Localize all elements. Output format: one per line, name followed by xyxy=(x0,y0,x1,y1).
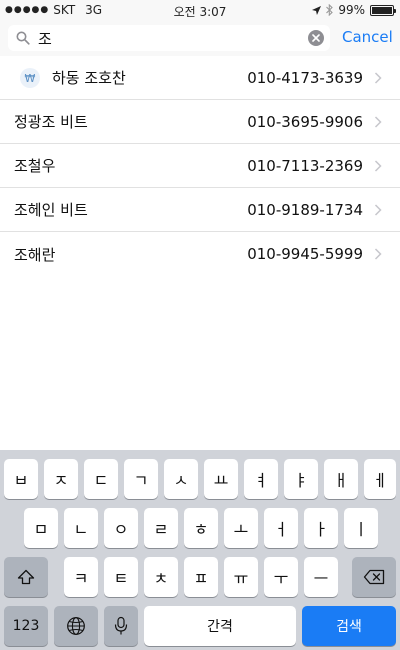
key[interactable]: ㅁ xyxy=(24,508,58,548)
key[interactable]: ㅜ xyxy=(264,557,298,597)
chevron-right-icon xyxy=(374,204,382,216)
status-right: 99% xyxy=(312,3,396,17)
key[interactable]: ㅐ xyxy=(324,459,358,499)
contact-phone: 010-9945-5999 xyxy=(247,245,363,263)
contact-name: 조헤인 비트 xyxy=(14,201,88,219)
won-symbol: ₩ xyxy=(24,71,36,85)
search-bar: Cancel xyxy=(0,20,400,56)
contact-row[interactable]: 정광조 비트 010-3695-9906 xyxy=(0,100,400,144)
won-badge-icon: ₩ xyxy=(20,68,40,88)
key[interactable]: ㄹ xyxy=(144,508,178,548)
cancel-button[interactable]: Cancel xyxy=(342,28,393,46)
key[interactable]: ㅅ xyxy=(164,459,198,499)
key[interactable]: ㅣ xyxy=(344,508,378,548)
key[interactable]: ㅔ xyxy=(364,459,396,499)
microphone-icon xyxy=(114,616,128,635)
contact-row[interactable]: ₩ 하동 조호찬 010-4173-3639 xyxy=(0,56,400,100)
chevron-right-icon xyxy=(374,72,382,84)
search-field[interactable] xyxy=(8,25,330,51)
results-empty-area xyxy=(0,276,400,450)
key[interactable]: ㅋ xyxy=(64,557,98,597)
backspace-key[interactable] xyxy=(352,557,396,597)
location-arrow-icon xyxy=(312,5,322,15)
contact-name: 정광조 비트 xyxy=(14,113,88,131)
key[interactable]: ㄱ xyxy=(124,459,158,499)
search-key[interactable]: 검색 xyxy=(302,606,396,646)
clear-search-button[interactable] xyxy=(308,30,324,46)
key[interactable]: ㅠ xyxy=(224,557,258,597)
globe-key[interactable] xyxy=(54,606,98,646)
contact-name: 하동 조호찬 xyxy=(52,69,126,87)
clear-icon xyxy=(312,34,320,42)
battery-icon xyxy=(370,4,396,16)
bluetooth-icon xyxy=(326,4,334,16)
key[interactable]: ㅑ xyxy=(284,459,318,499)
chevron-right-icon xyxy=(374,116,382,128)
contact-phone: 010-9189-1734 xyxy=(247,200,363,219)
key[interactable]: ㅛ xyxy=(204,459,238,499)
key[interactable]: ㅓ xyxy=(264,508,298,548)
contact-name: 조철우 xyxy=(14,157,56,175)
chevron-right-icon xyxy=(374,248,382,260)
status-bar: ●●●●● SKT 3G 오전 3:07 99% xyxy=(0,0,400,20)
contact-name: 조해란 xyxy=(14,245,56,264)
search-icon xyxy=(16,31,30,45)
key[interactable]: ㅈ xyxy=(44,459,78,499)
battery-percent: 99% xyxy=(338,3,365,17)
search-input[interactable] xyxy=(38,29,288,47)
key[interactable]: ㅊ xyxy=(144,557,178,597)
search-results-list: ₩ 하동 조호찬 010-4173-3639 정광조 비트 010-3695-9… xyxy=(0,56,400,276)
contact-row[interactable]: 조헤인 비트 010-9189-1734 xyxy=(0,188,400,232)
contact-phone: 010-7113-2369 xyxy=(247,156,363,175)
globe-icon xyxy=(67,617,85,635)
space-key[interactable]: 간격 xyxy=(144,606,296,646)
contact-phone: 010-3695-9906 xyxy=(247,112,363,131)
key[interactable]: ㅇ xyxy=(104,508,138,548)
key[interactable]: ㅌ xyxy=(104,557,138,597)
key[interactable]: ㄷ xyxy=(84,459,118,499)
contact-phone: 010-4173-3639 xyxy=(247,68,363,87)
key[interactable]: ㅗ xyxy=(224,508,258,548)
contact-row[interactable]: 조철우 010-7113-2369 xyxy=(0,144,400,188)
key[interactable]: ㅍ xyxy=(184,557,218,597)
key[interactable]: ㅎ xyxy=(184,508,218,548)
backspace-icon xyxy=(363,569,385,585)
korean-keyboard: ㅂ ㅈ ㄷ ㄱ ㅅ ㅛ ㅕ ㅑ ㅐ ㅔ ㅁ ㄴ ㅇ ㄹ ㅎ ㅗ ㅓ ㅏ ㅣ ㅋ … xyxy=(0,450,400,650)
shift-key[interactable] xyxy=(4,557,48,597)
key[interactable]: ㄴ xyxy=(64,508,98,548)
key[interactable]: ㅕ xyxy=(244,459,278,499)
key[interactable]: ㅂ xyxy=(4,459,38,499)
shift-icon xyxy=(17,569,35,585)
chevron-right-icon xyxy=(374,160,382,172)
dictation-key[interactable] xyxy=(104,606,138,646)
battery-level xyxy=(372,6,392,14)
key[interactable]: ㅡ xyxy=(304,557,338,597)
number-mode-key[interactable]: 123 xyxy=(4,606,48,646)
key[interactable]: ㅏ xyxy=(304,508,338,548)
contact-row[interactable]: 조해란 010-9945-5999 xyxy=(0,232,400,276)
